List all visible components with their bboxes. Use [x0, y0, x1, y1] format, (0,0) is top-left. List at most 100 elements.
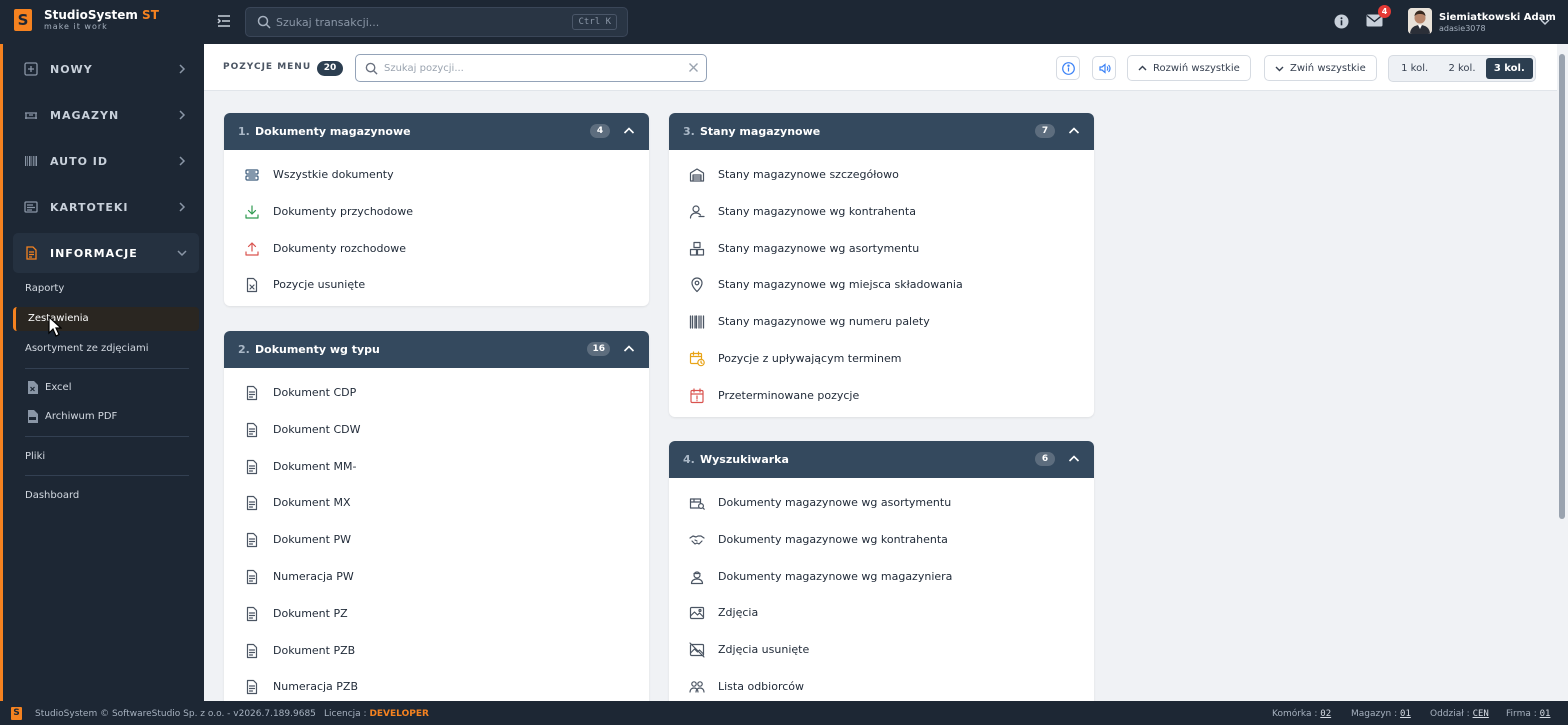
menu-item[interactable]: Pozycje z upływającym terminem [669, 340, 1094, 377]
columns-2-button[interactable]: 2 kol. [1438, 58, 1485, 79]
sidebar-export-pdf[interactable]: Archiwum PDF [45, 411, 117, 422]
info-icon[interactable] [1334, 14, 1349, 29]
menu-item[interactable]: Dokument CDW [224, 411, 649, 448]
menu-item[interactable]: Dokument MM- [224, 448, 649, 485]
file-text-icon [246, 680, 258, 695]
chevron-up-icon[interactable] [1068, 125, 1080, 137]
file-text-icon [246, 533, 258, 548]
sidebar-sub-raporty[interactable]: Raporty [25, 283, 64, 294]
branch-value[interactable]: CEN [1473, 709, 1489, 719]
sidebar-item-magazyn[interactable]: MAGAZYN [13, 95, 199, 135]
chevron-up-icon[interactable] [623, 343, 635, 355]
menu-item-label: Dokumenty magazynowe wg kontrahenta [718, 532, 948, 546]
menu-item[interactable]: Stany magazynowe wg kontrahenta [669, 193, 1094, 230]
menu-item[interactable]: Pozycje usunięte [224, 266, 649, 303]
menu-item[interactable]: Dokumenty rozchodowe [224, 230, 649, 267]
card-header[interactable]: 2. Dokumenty wg typu 16 [224, 331, 649, 368]
user-name[interactable]: Siemiatkowski Adam [1439, 12, 1556, 23]
worker-icon [690, 570, 704, 584]
sidebar-item-nowy[interactable]: NOWY [13, 49, 199, 89]
menu-item[interactable]: Dokumenty magazynowe wg asortymentu [669, 484, 1094, 521]
menu-item[interactable]: Zdjęcia [669, 594, 1094, 631]
menu-item[interactable]: Dokumenty przychodowe [224, 193, 649, 230]
menu-item[interactable]: Zdjęcia usunięte [669, 631, 1094, 668]
info-button[interactable] [1056, 56, 1080, 80]
scrollbar-thumb[interactable] [1559, 54, 1565, 519]
menu-item[interactable]: Dokumenty magazynowe wg magazyniera [669, 558, 1094, 595]
menu-item[interactable]: Dokument PZ [224, 595, 649, 632]
sidebar: NOWY MAGAZYN AUTO ID KARTOTEKI INFORMACJ… [0, 44, 204, 701]
page-scrollbar[interactable] [1557, 44, 1568, 701]
chevron-up-icon[interactable] [623, 125, 635, 137]
menu-item[interactable]: Dokument PZB [224, 632, 649, 669]
sidebar-item-kartoteki[interactable]: KARTOTEKI [13, 187, 199, 227]
app-logo[interactable]: S StudioSystem ST make it work [14, 9, 159, 31]
menu-item[interactable]: Dokument MX [224, 484, 649, 521]
warehouse-value[interactable]: 01 [1400, 709, 1411, 719]
sidebar-item-label: NOWY [50, 63, 93, 76]
columns-3-button[interactable]: 3 kol. [1485, 58, 1533, 79]
collapse-all-button[interactable]: Zwiń wszystkie [1264, 55, 1377, 81]
card-header[interactable]: 4. Wyszukiwarka 6 [669, 441, 1094, 478]
transaction-search[interactable]: Szukaj transakcji... Ctrl K [245, 7, 628, 37]
card-header[interactable]: 3. Stany magazynowe 7 [669, 113, 1094, 150]
sidebar-item-pliki[interactable]: Pliki [25, 451, 45, 462]
handshake-icon [689, 535, 705, 545]
chevron-up-icon[interactable] [1068, 453, 1080, 465]
card-count-badge: 16 [587, 342, 610, 356]
menu-item-label: Pozycje usunięte [273, 278, 366, 292]
user-login: adasie3078 [1439, 24, 1486, 33]
menu-item-label: Dokumenty magazynowe wg magazyniera [718, 569, 953, 583]
menu-item-label: Numeracja PZB [273, 680, 359, 694]
pdf-archive-icon [28, 410, 38, 423]
menu-item-label: Lista odbiorców [718, 679, 805, 693]
menu-toggle-icon[interactable] [217, 14, 231, 28]
status-bar: S StudioSystem © SoftwareStudio Sp. z o.… [0, 701, 1568, 725]
menu-item-label: Zdjęcia usunięte [718, 643, 810, 657]
company-value[interactable]: 01 [1540, 709, 1551, 719]
avatar[interactable] [1408, 8, 1432, 34]
calendar-clock-icon [689, 351, 705, 367]
menu-search-input[interactable] [384, 60, 684, 76]
chevron-right-icon [179, 64, 186, 74]
card-header[interactable]: 1. Dokumenty magazynowe 4 [224, 113, 649, 150]
menu-item[interactable]: Stany magazynowe szczegółowo [669, 156, 1094, 193]
close-icon[interactable] [688, 62, 699, 73]
sidebar-item-label: MAGAZYN [50, 109, 120, 122]
menu-item-label: Przeterminowane pozycje [718, 388, 860, 402]
menu-item[interactable]: Dokumenty magazynowe wg kontrahenta [669, 521, 1094, 558]
excel-file-icon [28, 381, 38, 394]
chevron-down-icon[interactable] [1540, 17, 1550, 27]
sidebar-item-auto-id[interactable]: AUTO ID [13, 141, 199, 181]
sidebar-sub-zestawienia[interactable]: Zestawienia [13, 307, 199, 331]
file-text-icon [246, 459, 258, 474]
cell-value[interactable]: 02 [1320, 709, 1331, 719]
file-text-icon [246, 422, 258, 437]
menu-item[interactable]: Stany magazynowe wg numeru palety [669, 303, 1094, 340]
sidebar-item-dashboard[interactable]: Dashboard [25, 490, 79, 501]
menu-item[interactable]: Przeterminowane pozycje [669, 377, 1094, 414]
menu-item[interactable]: Stany magazynowe wg asortymentu [669, 230, 1094, 267]
menu-item[interactable]: Dokument PW [224, 521, 649, 558]
card-count-badge: 4 [590, 124, 610, 138]
download-icon [245, 205, 259, 219]
sidebar-item-label: KARTOTEKI [50, 201, 129, 214]
box-search-icon [689, 498, 705, 510]
logo-mark: S [14, 9, 32, 31]
sidebar-item-informacje[interactable]: INFORMACJE [13, 233, 199, 273]
search-icon [257, 15, 271, 29]
menu-item[interactable]: Dokument CDP [224, 374, 649, 411]
menu-item[interactable]: Wszystkie dokumenty [224, 156, 649, 193]
sidebar-sub-asortyment[interactable]: Asortyment ze zdjęciami [25, 343, 148, 354]
menu-item[interactable]: Numeracja PW [224, 558, 649, 595]
menu-item[interactable]: Stany magazynowe wg miejsca składowania [669, 266, 1094, 303]
card-title: Dokumenty wg typu [255, 343, 380, 356]
menu-item-label: Zdjęcia [718, 606, 759, 620]
menu-item-label: Dokument CDP [273, 386, 357, 399]
sound-button[interactable] [1092, 56, 1116, 80]
sidebar-export-excel[interactable]: Excel [45, 382, 72, 393]
menu-item[interactable]: Numeracja PZB [224, 668, 649, 701]
columns-1-button[interactable]: 1 kol. [1391, 58, 1438, 79]
expand-all-button[interactable]: Rozwiń wszystkie [1127, 55, 1251, 81]
menu-item[interactable]: Lista odbiorców [669, 668, 1094, 701]
